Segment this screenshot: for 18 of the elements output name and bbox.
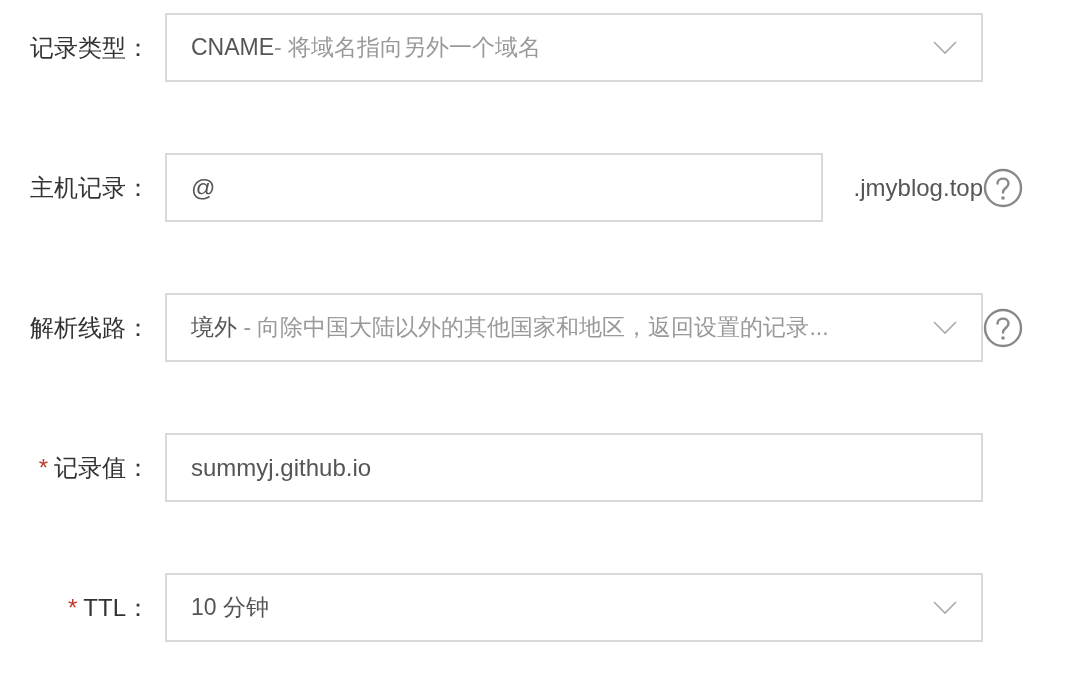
select-field[interactable]: 境外 - 向除中国大陆以外的其他国家和地区，返回设置的记录... [165, 293, 983, 362]
field-label: 记录类型： [30, 32, 150, 63]
input-field[interactable]: summyj.github.io [165, 433, 983, 502]
input-field[interactable]: @ [165, 153, 823, 222]
domain-suffix: .jmyblog.top [853, 172, 983, 203]
field-label: 解析线路： [30, 312, 150, 343]
chevron-down-icon [933, 40, 957, 55]
field-label: 记录值： [54, 452, 150, 483]
field-label: TTL： [83, 592, 150, 623]
chevron-down-icon [933, 600, 957, 615]
help-icon[interactable] [983, 307, 1023, 348]
select-field[interactable]: CNAME- 将域名指向另外一个域名 [165, 13, 983, 82]
chevron-down-icon [933, 320, 957, 335]
required-mark: * [68, 592, 78, 623]
field-label: 主机记录： [30, 172, 150, 203]
help-icon[interactable] [983, 167, 1023, 208]
required-mark: * [38, 452, 48, 483]
select-field[interactable]: 10 分钟 [165, 573, 983, 642]
